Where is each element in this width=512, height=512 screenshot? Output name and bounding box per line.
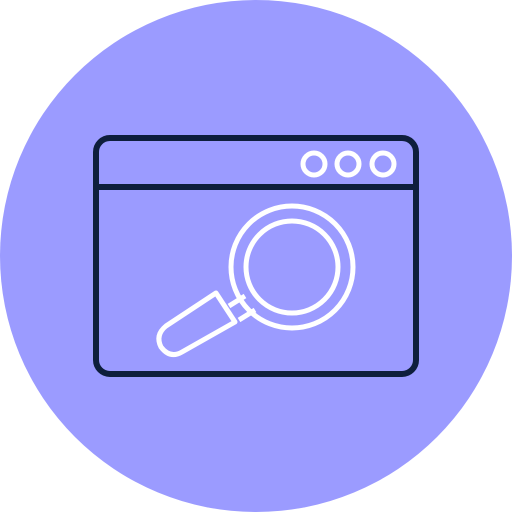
icon-canvas	[0, 0, 512, 512]
background-circle	[0, 0, 512, 512]
browser-search-icon	[0, 0, 512, 512]
